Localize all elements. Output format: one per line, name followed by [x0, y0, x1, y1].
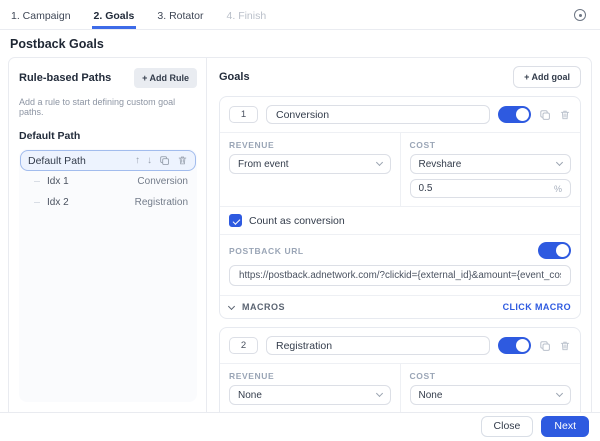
- chevron-down-icon: [555, 158, 564, 167]
- revenue-label: REVENUE: [229, 140, 275, 150]
- add-rule-button[interactable]: + Add Rule: [134, 68, 197, 88]
- delete-goal-icon[interactable]: [559, 109, 571, 121]
- next-button[interactable]: Next: [541, 415, 589, 437]
- close-button[interactable]: Close: [480, 415, 534, 437]
- revenue-value: From event: [238, 158, 289, 170]
- delete-goal-icon[interactable]: [559, 340, 571, 352]
- path-name: Default Path: [28, 154, 86, 167]
- chevron-down-icon: [227, 302, 236, 310]
- duplicate-goal-icon[interactable]: [539, 340, 551, 352]
- goals-panel-title: Goals: [219, 71, 250, 83]
- revenue-select[interactable]: None: [229, 385, 391, 405]
- target-circle-icon[interactable]: [574, 9, 586, 21]
- goal-index-badge: 1: [229, 106, 258, 123]
- click-macro-link[interactable]: CLICK MACRO: [503, 302, 571, 312]
- goal-enabled-toggle[interactable]: [498, 106, 531, 123]
- wizard-tab-bar: 1. Campaign 2. Goals 3. Rotator 4. Finis…: [0, 0, 600, 30]
- duplicate-goal-icon[interactable]: [539, 109, 551, 121]
- chevron-down-icon: [375, 158, 383, 167]
- tree-item-goal: Conversion: [137, 176, 188, 187]
- percent-suffix: %: [553, 183, 562, 194]
- cost-label: COST: [409, 140, 436, 150]
- count-as-conversion-checkbox[interactable]: [229, 214, 242, 227]
- tree-guide-line: [34, 202, 40, 203]
- cost-amount-input[interactable]: [418, 183, 554, 194]
- default-path-section-label: Default Path: [19, 130, 81, 142]
- tab-campaign[interactable]: 1. Campaign: [9, 2, 73, 29]
- revenue-label: REVENUE: [229, 371, 275, 381]
- macros-expander[interactable]: MACROS: [227, 302, 285, 312]
- tab-rotator[interactable]: 3. Rotator: [155, 2, 205, 29]
- paths-panel-title: Rule-based Paths: [19, 72, 112, 84]
- goal-card-1: 1 REVENUE From event: [219, 96, 581, 319]
- move-up-icon[interactable]: ↑: [135, 155, 140, 166]
- cost-value: None: [418, 389, 443, 401]
- revenue-select[interactable]: From event: [229, 154, 391, 174]
- rule-paths-panel: Rule-based Paths + Add Rule Add a rule t…: [9, 58, 207, 412]
- cost-label: COST: [409, 371, 436, 381]
- page-title: Postback Goals: [10, 37, 104, 51]
- tree-item-goal: Registration: [134, 197, 188, 208]
- footer-action-bar: Close Next: [0, 412, 600, 441]
- cost-select[interactable]: None: [409, 385, 571, 405]
- move-down-icon[interactable]: ↓: [147, 155, 152, 166]
- cost-select[interactable]: Revshare: [409, 154, 571, 174]
- toggle-knob: [516, 108, 529, 121]
- goal-name-input[interactable]: [266, 105, 490, 124]
- tab-finish: 4. Finish: [226, 10, 267, 22]
- cost-amount-field[interactable]: %: [409, 179, 571, 198]
- macros-label: MACROS: [242, 302, 285, 312]
- goal-card-2: 2 REVENUE None: [219, 327, 581, 412]
- target-dot: [578, 13, 582, 17]
- tree-item-label: Idx 2: [47, 197, 69, 208]
- add-goal-button[interactable]: + Add goal: [513, 66, 581, 88]
- postback-url-input[interactable]: [229, 265, 571, 286]
- tree-item-idx1[interactable]: Idx 1 Conversion: [20, 171, 196, 192]
- count-as-conversion-label: Count as conversion: [249, 214, 345, 227]
- tree-item-idx2[interactable]: Idx 2 Registration: [20, 192, 196, 213]
- delete-icon[interactable]: [177, 155, 188, 166]
- tree-item-label: Idx 1: [47, 176, 69, 187]
- tab-goals[interactable]: 2. Goals: [91, 2, 137, 29]
- goal-index-badge: 2: [229, 337, 258, 354]
- postback-toggle[interactable]: [538, 242, 571, 259]
- chevron-down-icon: [555, 389, 564, 398]
- tree-guide-line: [34, 181, 40, 182]
- cost-value: Revshare: [418, 158, 462, 170]
- duplicate-icon[interactable]: [159, 155, 170, 166]
- toggle-knob: [556, 244, 569, 257]
- goal-name-input[interactable]: [266, 336, 490, 355]
- chevron-down-icon: [375, 389, 383, 398]
- goals-panel: Goals + Add goal 1 REVENUE Fro: [207, 58, 591, 412]
- postback-goals-container: Rule-based Paths + Add Rule Add a rule t…: [8, 57, 592, 412]
- toggle-knob: [516, 339, 529, 352]
- goal-enabled-toggle[interactable]: [498, 337, 531, 354]
- revenue-value: None: [238, 389, 262, 401]
- path-item-default[interactable]: Default Path ↑ ↓: [20, 150, 196, 171]
- path-list: Default Path ↑ ↓ Idx 1 Conversion Idx 2 …: [19, 149, 197, 402]
- postback-url-label: POSTBACK URL: [229, 245, 304, 256]
- paths-hint: Add a rule to start defining custom goal…: [19, 97, 176, 117]
